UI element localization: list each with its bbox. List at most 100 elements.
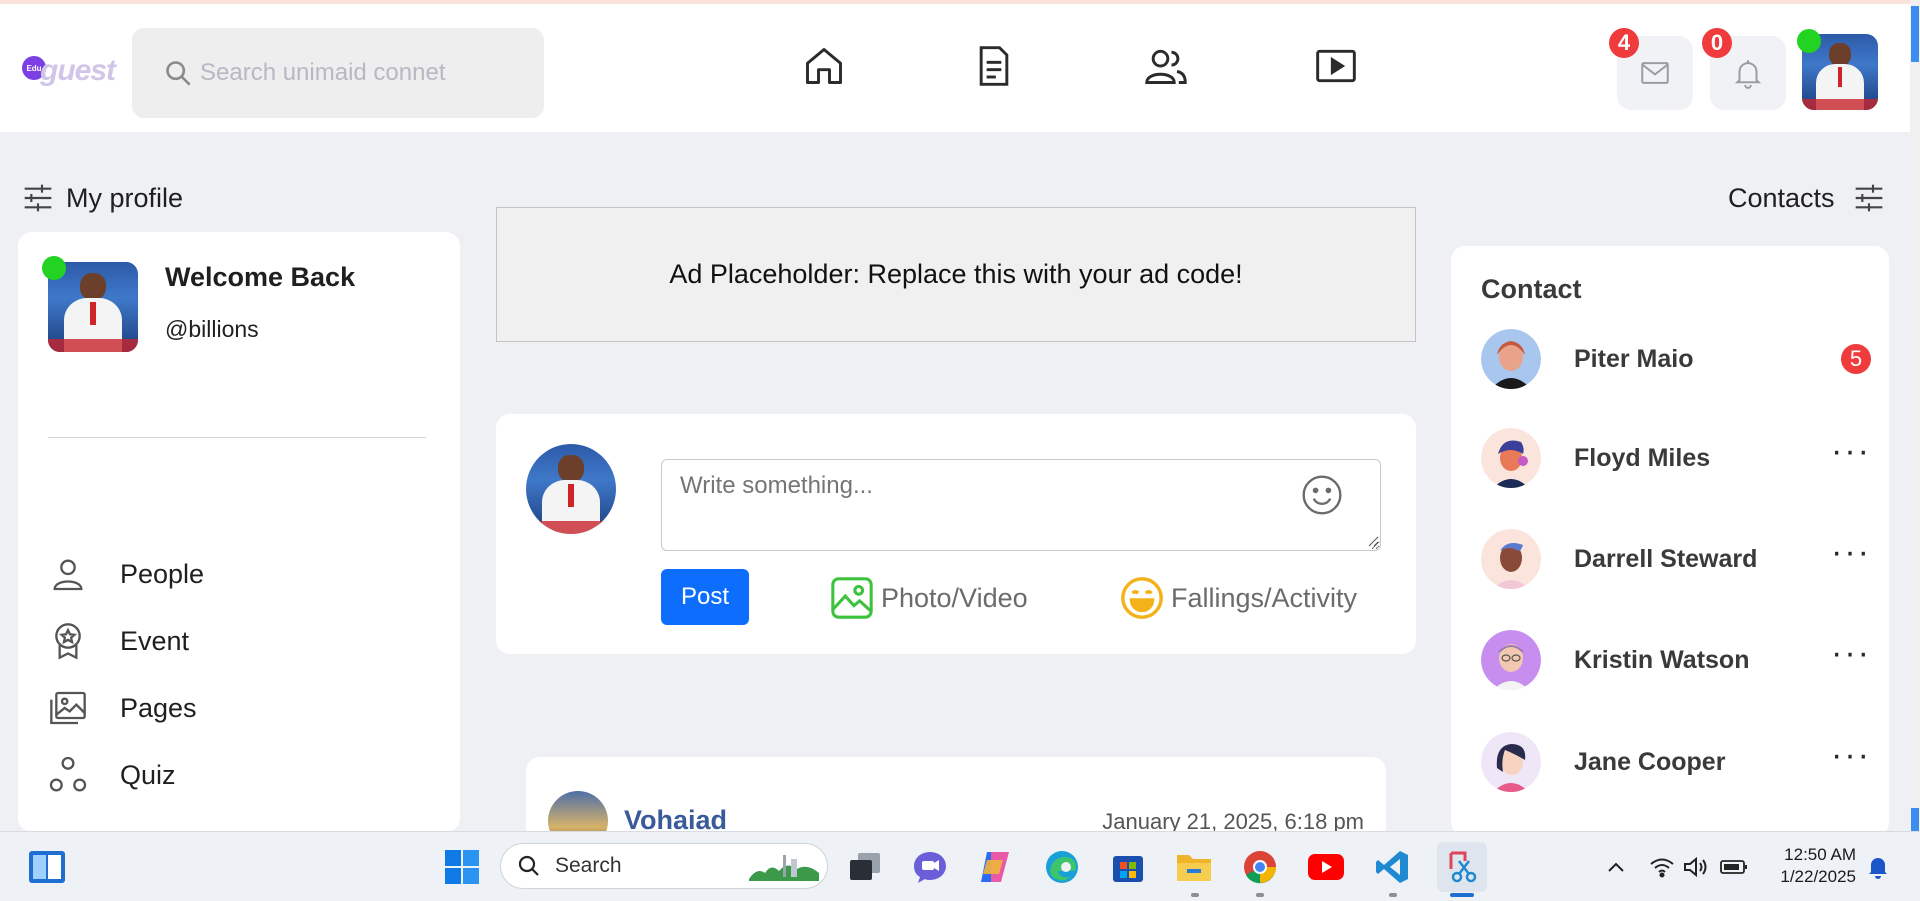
my-profile-header[interactable]: My profile (22, 182, 183, 214)
quiz-icon (49, 756, 87, 792)
post-text-input[interactable] (661, 459, 1381, 551)
feeling-activity-button[interactable]: Fallings/Activity (1119, 574, 1357, 622)
home-icon (806, 48, 842, 84)
more-options-icon[interactable]: ··· (1831, 434, 1871, 468)
running-indicator (1191, 893, 1199, 897)
search-input[interactable] (200, 59, 520, 87)
online-status-dot (1797, 29, 1821, 53)
wifi-icon (1650, 858, 1674, 878)
scrollbar-thumb[interactable] (1911, 6, 1919, 62)
contact-item[interactable]: Darrell Steward ··· (1481, 528, 1871, 590)
unread-count-badge: 5 (1841, 344, 1871, 374)
menu-label-quiz: Quiz (120, 759, 176, 790)
contact-name: Floyd Miles (1574, 443, 1711, 472)
profile-divider (48, 437, 426, 438)
contact-item[interactable]: Piter Maio 5 (1481, 328, 1871, 390)
menu-item-event[interactable]: Event (48, 617, 189, 665)
notification-center-button[interactable] (1858, 847, 1898, 887)
search-icon (518, 855, 539, 876)
running-indicator (1256, 893, 1264, 897)
clock-date: 1/22/2025 (1780, 867, 1856, 886)
battery-button[interactable] (1714, 847, 1754, 887)
contacts-header[interactable]: Contacts (1728, 182, 1885, 214)
contact-avatar (1481, 732, 1541, 792)
volume-button[interactable] (1676, 847, 1716, 887)
contact-item[interactable]: Kristin Watson ··· (1481, 629, 1871, 691)
store-app[interactable] (1108, 847, 1148, 887)
site-logo[interactable]: Edu guest (22, 52, 116, 92)
contact-item[interactable]: Floyd Miles ··· (1481, 427, 1871, 489)
emoji-icon[interactable] (1300, 473, 1344, 517)
chrome-app[interactable] (1240, 847, 1280, 887)
video-icon (1316, 49, 1356, 83)
sliders-icon (24, 184, 52, 212)
widgets-button[interactable] (27, 847, 67, 887)
messages-button[interactable]: 4 (1609, 28, 1693, 110)
edge-browser-icon (1046, 851, 1078, 883)
menu-item-people[interactable]: People (48, 550, 204, 598)
contact-name: Kristin Watson (1574, 645, 1750, 674)
contacts-title: Contacts (1728, 182, 1835, 213)
youtube-app[interactable] (1306, 847, 1346, 887)
notifications-button[interactable]: 0 (1702, 28, 1786, 110)
page-scrollbar[interactable] (1910, 0, 1920, 901)
speaker-icon (1684, 856, 1707, 878)
chevron-up-icon (1608, 862, 1624, 872)
start-button[interactable] (442, 847, 482, 887)
snipping-tool-app[interactable] (1437, 842, 1487, 892)
welcome-text: Welcome Back (165, 262, 356, 292)
photo-video-button[interactable]: Photo/Video (829, 574, 1028, 622)
task-view-button[interactable] (845, 847, 885, 887)
more-options-icon[interactable]: ··· (1831, 636, 1871, 670)
copilot-icon (981, 852, 1009, 882)
messages-count-badge: 4 (1609, 28, 1639, 58)
windows-taskbar: Search 12:50 AM 1/22/2025 (0, 831, 1920, 901)
profile-card: Welcome Back @billions People Event Page… (18, 232, 460, 832)
nav-videos[interactable] (1312, 42, 1360, 90)
contact-name: Darrell Steward (1574, 544, 1758, 573)
post-composer: Post Photo/Video Fallings/Activity (496, 414, 1416, 654)
active-indicator (1450, 893, 1474, 897)
people-icon (1145, 49, 1187, 84)
contacts-card-title: Contact (1481, 274, 1582, 304)
contacts-card: Contact Piter Maio 5 Floyd Miles ··· Dar… (1451, 246, 1889, 836)
feeling-activity-label: Fallings/Activity (1171, 582, 1358, 613)
teams-app[interactable] (910, 847, 950, 887)
more-options-icon[interactable]: ··· (1831, 535, 1871, 569)
user-handle: @billions (165, 316, 259, 342)
widgets-icon (29, 851, 65, 883)
contact-avatar (1481, 529, 1541, 589)
chrome-icon (1244, 851, 1276, 884)
resize-handle-icon[interactable] (1367, 535, 1379, 547)
clock-time: 12:50 AM (1784, 845, 1856, 864)
vscode-app[interactable] (1372, 847, 1412, 887)
my-profile-title: My profile (66, 182, 184, 213)
youtube-icon (1308, 854, 1344, 880)
nav-friends[interactable] (1142, 42, 1190, 90)
taskbar-search[interactable]: Search (500, 843, 828, 889)
composer-avatar[interactable] (526, 444, 616, 534)
taskbar-clock[interactable]: 12:50 AM 1/22/2025 (1768, 844, 1856, 888)
search-icon (166, 61, 191, 86)
nav-posts[interactable] (970, 42, 1018, 90)
mail-icon (1641, 62, 1669, 84)
more-options-icon[interactable]: ··· (1831, 738, 1871, 772)
post-button[interactable]: Post (661, 569, 749, 625)
smile-icon (1121, 577, 1163, 619)
show-hidden-icons-button[interactable] (1596, 847, 1636, 887)
menu-label-people: People (120, 558, 205, 589)
copilot-app[interactable] (975, 847, 1015, 887)
sliders-icon (1855, 184, 1882, 212)
store-icon (1113, 856, 1143, 882)
menu-item-quiz[interactable]: Quiz (48, 751, 176, 799)
bell-icon (1734, 60, 1762, 89)
notifications-count-badge: 0 (1702, 28, 1732, 58)
person-icon (53, 559, 83, 591)
file-explorer-app[interactable] (1174, 847, 1214, 887)
nav-home[interactable] (800, 42, 848, 90)
contact-item[interactable]: Jane Cooper ··· (1481, 731, 1871, 793)
edge-app[interactable] (1042, 847, 1082, 887)
ad-placeholder: Ad Placeholder: Replace this with your a… (496, 207, 1416, 342)
search-bar[interactable] (132, 28, 544, 118)
menu-item-pages[interactable]: Pages (48, 684, 197, 732)
